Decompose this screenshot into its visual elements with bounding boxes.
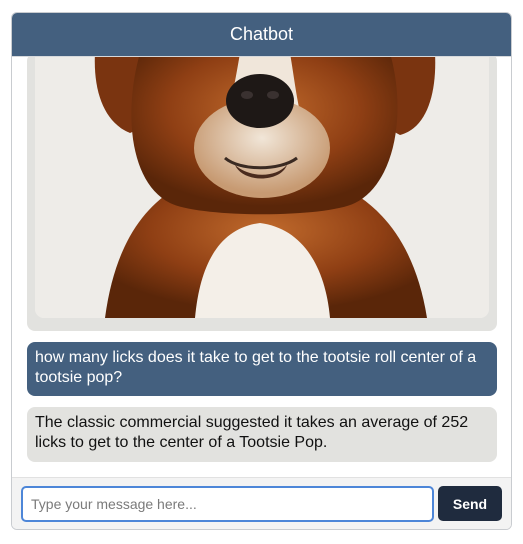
dog-photo — [35, 57, 489, 318]
user-message: how many licks does it take to get to th… — [27, 342, 497, 396]
bot-image-message — [27, 57, 497, 331]
message-composer: Send — [12, 477, 511, 529]
message-list[interactable]: how many licks does it take to get to th… — [12, 57, 511, 477]
chat-window: Chatbot how many licks does it take to g… — [11, 12, 512, 530]
message-input[interactable] — [21, 486, 434, 522]
chat-header: Chatbot — [12, 13, 511, 57]
chat-title: Chatbot — [229, 24, 294, 44]
send-button[interactable]: Send — [438, 486, 502, 521]
bot-message: The classic commercial suggested it take… — [27, 407, 497, 462]
